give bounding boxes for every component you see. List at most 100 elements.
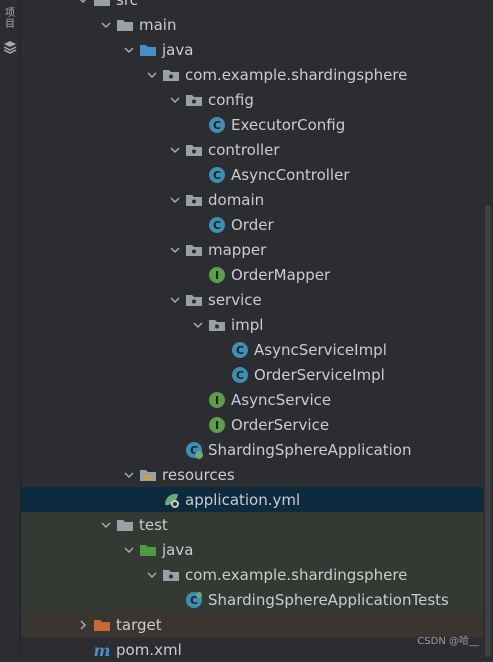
chevron-down-icon[interactable] — [119, 540, 139, 560]
maven-icon: m — [93, 641, 111, 659]
chevron-down-icon[interactable] — [119, 40, 139, 60]
interface-icon: I — [208, 416, 226, 434]
package-icon — [185, 291, 203, 309]
tree-row-src[interactable]: src — [21, 0, 483, 12]
spring-yml-icon — [162, 491, 180, 509]
class-icon: C — [231, 366, 249, 384]
svg-text:C: C — [236, 344, 244, 357]
svg-text:I: I — [215, 394, 219, 407]
spring-class-icon: C — [185, 441, 203, 459]
tree-row-main[interactable]: main — [21, 12, 483, 37]
tree-item-label: java — [162, 540, 194, 559]
tree-row-test[interactable]: test — [21, 512, 483, 537]
tree-row-order[interactable]: C Order — [21, 212, 483, 237]
tree-row-config[interactable]: config — [21, 87, 483, 112]
tree-item-label: config — [208, 90, 254, 109]
svg-text:C: C — [213, 219, 221, 232]
chevron-down-icon[interactable] — [96, 15, 116, 35]
chevron-down-icon[interactable] — [96, 515, 116, 535]
tree-row-service[interactable]: service — [21, 287, 483, 312]
tree-item-label: com.example.shardingsphere — [185, 65, 408, 84]
tree-item-label: test — [139, 515, 168, 534]
interface-icon: I — [208, 266, 226, 284]
tree-item-label: OrderMapper — [231, 265, 331, 284]
chevron-down-icon[interactable] — [73, 0, 93, 10]
tree-row-shardingsphereapplication[interactable]: C ShardingSphereApplication — [21, 437, 483, 462]
chevron-down-icon[interactable] — [165, 290, 185, 310]
chevron-down-icon[interactable] — [165, 190, 185, 210]
chevron-down-icon[interactable] — [165, 90, 185, 110]
tree-item-label: domain — [208, 190, 265, 209]
tree-item-label: ShardingSphereApplication — [208, 440, 412, 459]
svg-text:m: m — [94, 641, 111, 659]
chevron-down-icon[interactable] — [142, 65, 162, 85]
svg-text:C: C — [213, 169, 221, 182]
tree-row-asyncserviceimpl[interactable]: C AsyncServiceImpl — [21, 337, 483, 362]
tree-item-label: ExecutorConfig — [231, 115, 346, 134]
tree-row-orderservice[interactable]: I OrderService — [21, 412, 483, 437]
class-icon: C — [208, 216, 226, 234]
tree-row-ordermapper[interactable]: I OrderMapper — [21, 262, 483, 287]
tree-item-label: main — [139, 15, 177, 34]
chevron-down-icon[interactable] — [188, 315, 208, 335]
tree-row-shardingsphereapplicationtests[interactable]: C ShardingSphereApplicationTests — [21, 587, 483, 612]
tree-row-asynccontroller[interactable]: C AsyncController — [21, 162, 483, 187]
package-icon — [208, 316, 226, 334]
tree-item-label: OrderServiceImpl — [254, 365, 385, 384]
tree-row-mapper[interactable]: mapper — [21, 237, 483, 262]
tree-item-label: resources — [162, 465, 235, 484]
project-tree[interactable]: src main java com.example.shardingsphere con… — [21, 0, 483, 659]
tree-row-com-example-shardingsphere[interactable]: com.example.shardingsphere — [21, 62, 483, 87]
package-icon — [185, 141, 203, 159]
tree-item-label: Order — [231, 215, 274, 234]
tree-row-impl[interactable]: impl — [21, 312, 483, 337]
svg-text:I: I — [215, 419, 219, 432]
folder-excluded-icon — [93, 616, 111, 634]
scrollbar-thumb[interactable] — [485, 205, 491, 657]
structure-icon[interactable] — [3, 40, 17, 54]
tree-row-java[interactable]: java — [21, 537, 483, 562]
folder-icon — [116, 516, 134, 534]
tree-item-label: OrderService — [231, 415, 330, 434]
tree-row-executorconfig[interactable]: C ExecutorConfig — [21, 112, 483, 137]
folder-icon — [116, 16, 134, 34]
tree-row-com-example-shardingsphere[interactable]: com.example.shardingsphere — [21, 562, 483, 587]
tree-row-java[interactable]: java — [21, 37, 483, 62]
tree-item-label: target — [116, 615, 162, 634]
chevron-down-icon[interactable] — [119, 465, 139, 485]
chevron-down-icon[interactable] — [165, 140, 185, 160]
tree-item-label: impl — [231, 315, 264, 334]
tree-row-asyncservice[interactable]: I AsyncService — [21, 387, 483, 412]
tree-item-label: AsyncService — [231, 390, 332, 409]
tree-item-label: mapper — [208, 240, 267, 259]
vertical-scrollbar[interactable] — [483, 0, 493, 657]
chevron-right-icon[interactable] — [73, 615, 93, 635]
svg-text:C: C — [213, 119, 221, 132]
project-tool-strip[interactable]: 项目 — [0, 0, 21, 657]
watermark: CSDN @哈__ — [417, 636, 479, 647]
folder-icon — [93, 0, 111, 9]
tree-row-pom-xml[interactable]: m pom.xml — [21, 637, 483, 662]
tree-row-controller[interactable]: controller — [21, 137, 483, 162]
tree-item-label: controller — [208, 140, 280, 159]
folder-source-icon — [139, 41, 157, 59]
tree-item-label: java — [162, 40, 194, 59]
package-icon — [162, 566, 180, 584]
tree-row-domain[interactable]: domain — [21, 187, 483, 212]
svg-text:C: C — [236, 369, 244, 382]
chevron-down-icon[interactable] — [165, 240, 185, 260]
project-tab-label[interactable]: 项目 — [3, 8, 17, 30]
chevron-down-icon[interactable] — [142, 565, 162, 585]
tree-row-target[interactable]: target — [21, 612, 483, 637]
package-icon — [185, 91, 203, 109]
tree-row-orderserviceimpl[interactable]: C OrderServiceImpl — [21, 362, 483, 387]
tree-row-application-yml[interactable]: application.yml — [21, 487, 483, 512]
tree-item-label: AsyncController — [231, 165, 350, 184]
tree-row-resources[interactable]: resources — [21, 462, 483, 487]
